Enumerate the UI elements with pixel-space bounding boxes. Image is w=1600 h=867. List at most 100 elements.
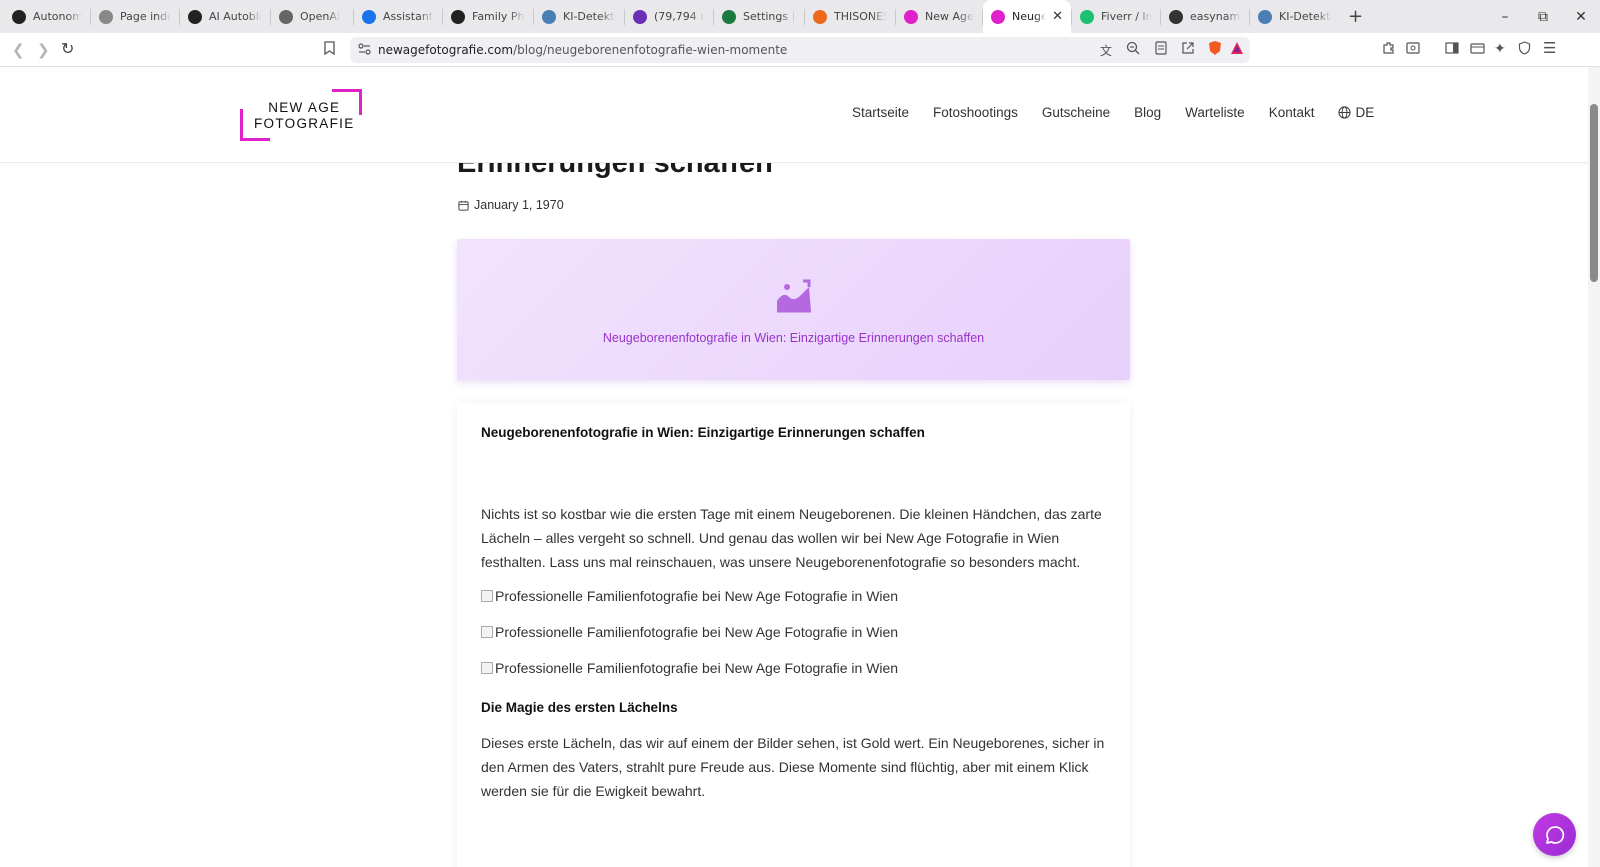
browser-tab[interactable]: Family Phot (443, 0, 533, 33)
tab-list: Autonomou Page indexi AI Autoblog OpenAI Ass… (4, 0, 1340, 33)
tab-close-icon[interactable]: ✕ (1052, 9, 1063, 24)
zoom-icon[interactable] (1126, 41, 1140, 58)
browser-tab[interactable]: AI Autoblog (180, 0, 270, 33)
chat-button[interactable] (1533, 813, 1576, 856)
back-icon[interactable]: ❮ (12, 41, 25, 59)
reader-mode-icon[interactable] (1155, 41, 1167, 58)
nav-kontakt[interactable]: Kontakt (1269, 105, 1315, 120)
restore-icon[interactable]: ⧉ (1524, 0, 1562, 33)
tab-favicon-icon (991, 9, 1005, 24)
tab-title: Fiverr / Inbo (1101, 10, 1152, 23)
hero-caption: Neugeborenenfotografie in Wien: Einzigar… (602, 331, 985, 345)
article-heading: Neugeborenenfotografie in Wien: Einzigar… (481, 425, 925, 440)
tab-title: Autonomou (33, 10, 82, 23)
bookmark-icon[interactable] (324, 41, 335, 59)
language-label: DE (1355, 105, 1375, 120)
browser-tab[interactable]: THISONESU (805, 0, 895, 33)
tab-title: THISONESU (834, 10, 887, 23)
tab-title: Family Phot (472, 10, 525, 23)
close-window-icon[interactable]: ✕ (1562, 0, 1600, 33)
tab-title: Neugeb (1012, 10, 1047, 23)
browser-tab[interactable]: Neugeb ✕ (983, 0, 1071, 33)
browser-tab[interactable]: KI-Detektor (1250, 0, 1340, 33)
browser-tab[interactable]: easyname - (1161, 0, 1249, 33)
image-alt-text: Professionelle Familienfotografie bei Ne… (495, 660, 899, 676)
page-scrollbar[interactable] (1588, 67, 1600, 867)
intro-paragraph: Nichts ist so kostbar wie die ersten Tag… (481, 506, 1102, 570)
chat-icon (1545, 825, 1564, 844)
url-host: newagefotografie.com (378, 43, 514, 57)
broken-image-icon (481, 662, 493, 674)
nav-warteliste[interactable]: Warteliste (1185, 105, 1245, 120)
tab-favicon-icon (813, 9, 827, 24)
site-info-icon[interactable] (358, 43, 371, 58)
brave-rewards-icon[interactable] (1230, 41, 1244, 58)
address-bar[interactable]: newagefotografie.com/blog/neugeborenenfo… (350, 37, 1250, 63)
browser-tab[interactable]: OpenAI (271, 0, 353, 33)
tab-favicon-icon (188, 9, 202, 24)
nav-startseite[interactable]: Startseite (852, 105, 909, 120)
browser-tab[interactable]: Assistants - (354, 0, 442, 33)
wallet-icon[interactable] (1470, 41, 1485, 59)
brave-shield-icon[interactable] (1208, 40, 1222, 59)
calendar-icon (458, 200, 469, 211)
tab-title: Assistants - (383, 10, 434, 23)
language-switcher[interactable]: DE (1338, 105, 1374, 120)
tab-favicon-icon (99, 9, 113, 24)
site-header: NEW AGE FOTOGRAFIE Startseite Fotoshooti… (0, 67, 1588, 163)
browser-tab[interactable]: Fiverr / Inbo (1072, 0, 1160, 33)
tab-favicon-icon (1258, 9, 1272, 24)
broken-image-icon (481, 626, 493, 638)
menu-icon[interactable]: ☰ (1543, 39, 1556, 57)
browser-tab[interactable]: KI-Detektor (534, 0, 624, 33)
tab-title: OpenAI (300, 10, 341, 23)
article-date: January 1, 1970 (458, 198, 564, 212)
url-path: /blog/neugeborenenfotografie-wien-moment… (513, 43, 788, 57)
vpn-shield-icon[interactable] (1518, 41, 1531, 59)
nav-fotoshootings[interactable]: Fotoshootings (933, 105, 1018, 120)
browser-tab[interactable]: (79,794 unr (625, 0, 713, 33)
main-navigation: Startseite Fotoshootings Gutscheine Blog… (852, 105, 1374, 120)
blog-article: Erinnerungen schaffen January 1, 1970 Ne… (0, 163, 1588, 867)
new-tab-button[interactable]: + (1348, 6, 1363, 27)
nav-gutscheine[interactable]: Gutscheine (1042, 105, 1110, 120)
extensions-icon[interactable] (1382, 41, 1396, 59)
browser-tab[interactable]: Autonomou (4, 0, 90, 33)
section-paragraph: Dieses erste Lächeln, das wir auf einem … (481, 735, 1105, 799)
scrollbar-thumb[interactable] (1590, 104, 1598, 282)
nav-blog[interactable]: Blog (1134, 105, 1161, 120)
tab-favicon-icon (12, 9, 26, 24)
tab-title: New Age Fo (925, 10, 974, 23)
browser-toolbar: ❮ ❯ ↻ newagefotografie.com/blog/neugebor… (0, 33, 1600, 67)
site-logo[interactable]: NEW AGE FOTOGRAFIE (240, 89, 362, 141)
tab-title: AI Autoblog (209, 10, 262, 23)
tab-favicon-icon (362, 9, 376, 24)
share-icon[interactable] (1181, 41, 1195, 58)
browser-tab[interactable]: Settings | Su (714, 0, 804, 33)
screenshot-icon[interactable] (1406, 41, 1420, 59)
tab-favicon-icon (904, 9, 918, 24)
tab-title: Page indexi (120, 10, 171, 23)
tab-title: KI-Detektor (1279, 10, 1332, 23)
forward-icon[interactable]: ❯ (37, 41, 50, 59)
broken-image-2: Professionelle Familienfotografie bei Ne… (481, 624, 1106, 640)
translate-icon[interactable]: 文 (1100, 42, 1112, 59)
logo-text: NEW AGE FOTOGRAFIE (254, 100, 355, 132)
image-placeholder-icon (777, 279, 811, 313)
browser-tab[interactable]: Page indexi (91, 0, 179, 33)
sidebar-icon[interactable] (1445, 41, 1459, 59)
minimize-icon[interactable]: – (1486, 0, 1524, 33)
browser-tab-strip: Autonomou Page indexi AI Autoblog OpenAI Ass… (0, 0, 1600, 33)
article-title: Erinnerungen schaffen (457, 163, 773, 179)
logo-line-1: NEW AGE (268, 100, 341, 115)
tab-favicon-icon (451, 9, 465, 24)
tab-title: Settings | Su (743, 10, 796, 23)
reload-icon[interactable]: ↻ (61, 39, 74, 58)
article-body: Neugeborenenfotografie in Wien: Einzigar… (457, 403, 1130, 867)
logo-line-2: FOTOGRAFIE (254, 116, 355, 131)
tab-favicon-icon (633, 9, 647, 24)
leo-ai-icon[interactable]: ✦ (1494, 41, 1506, 57)
browser-tab[interactable]: New Age Fo (896, 0, 982, 33)
tab-favicon-icon (279, 9, 293, 24)
tab-title: (79,794 unr (654, 10, 705, 23)
